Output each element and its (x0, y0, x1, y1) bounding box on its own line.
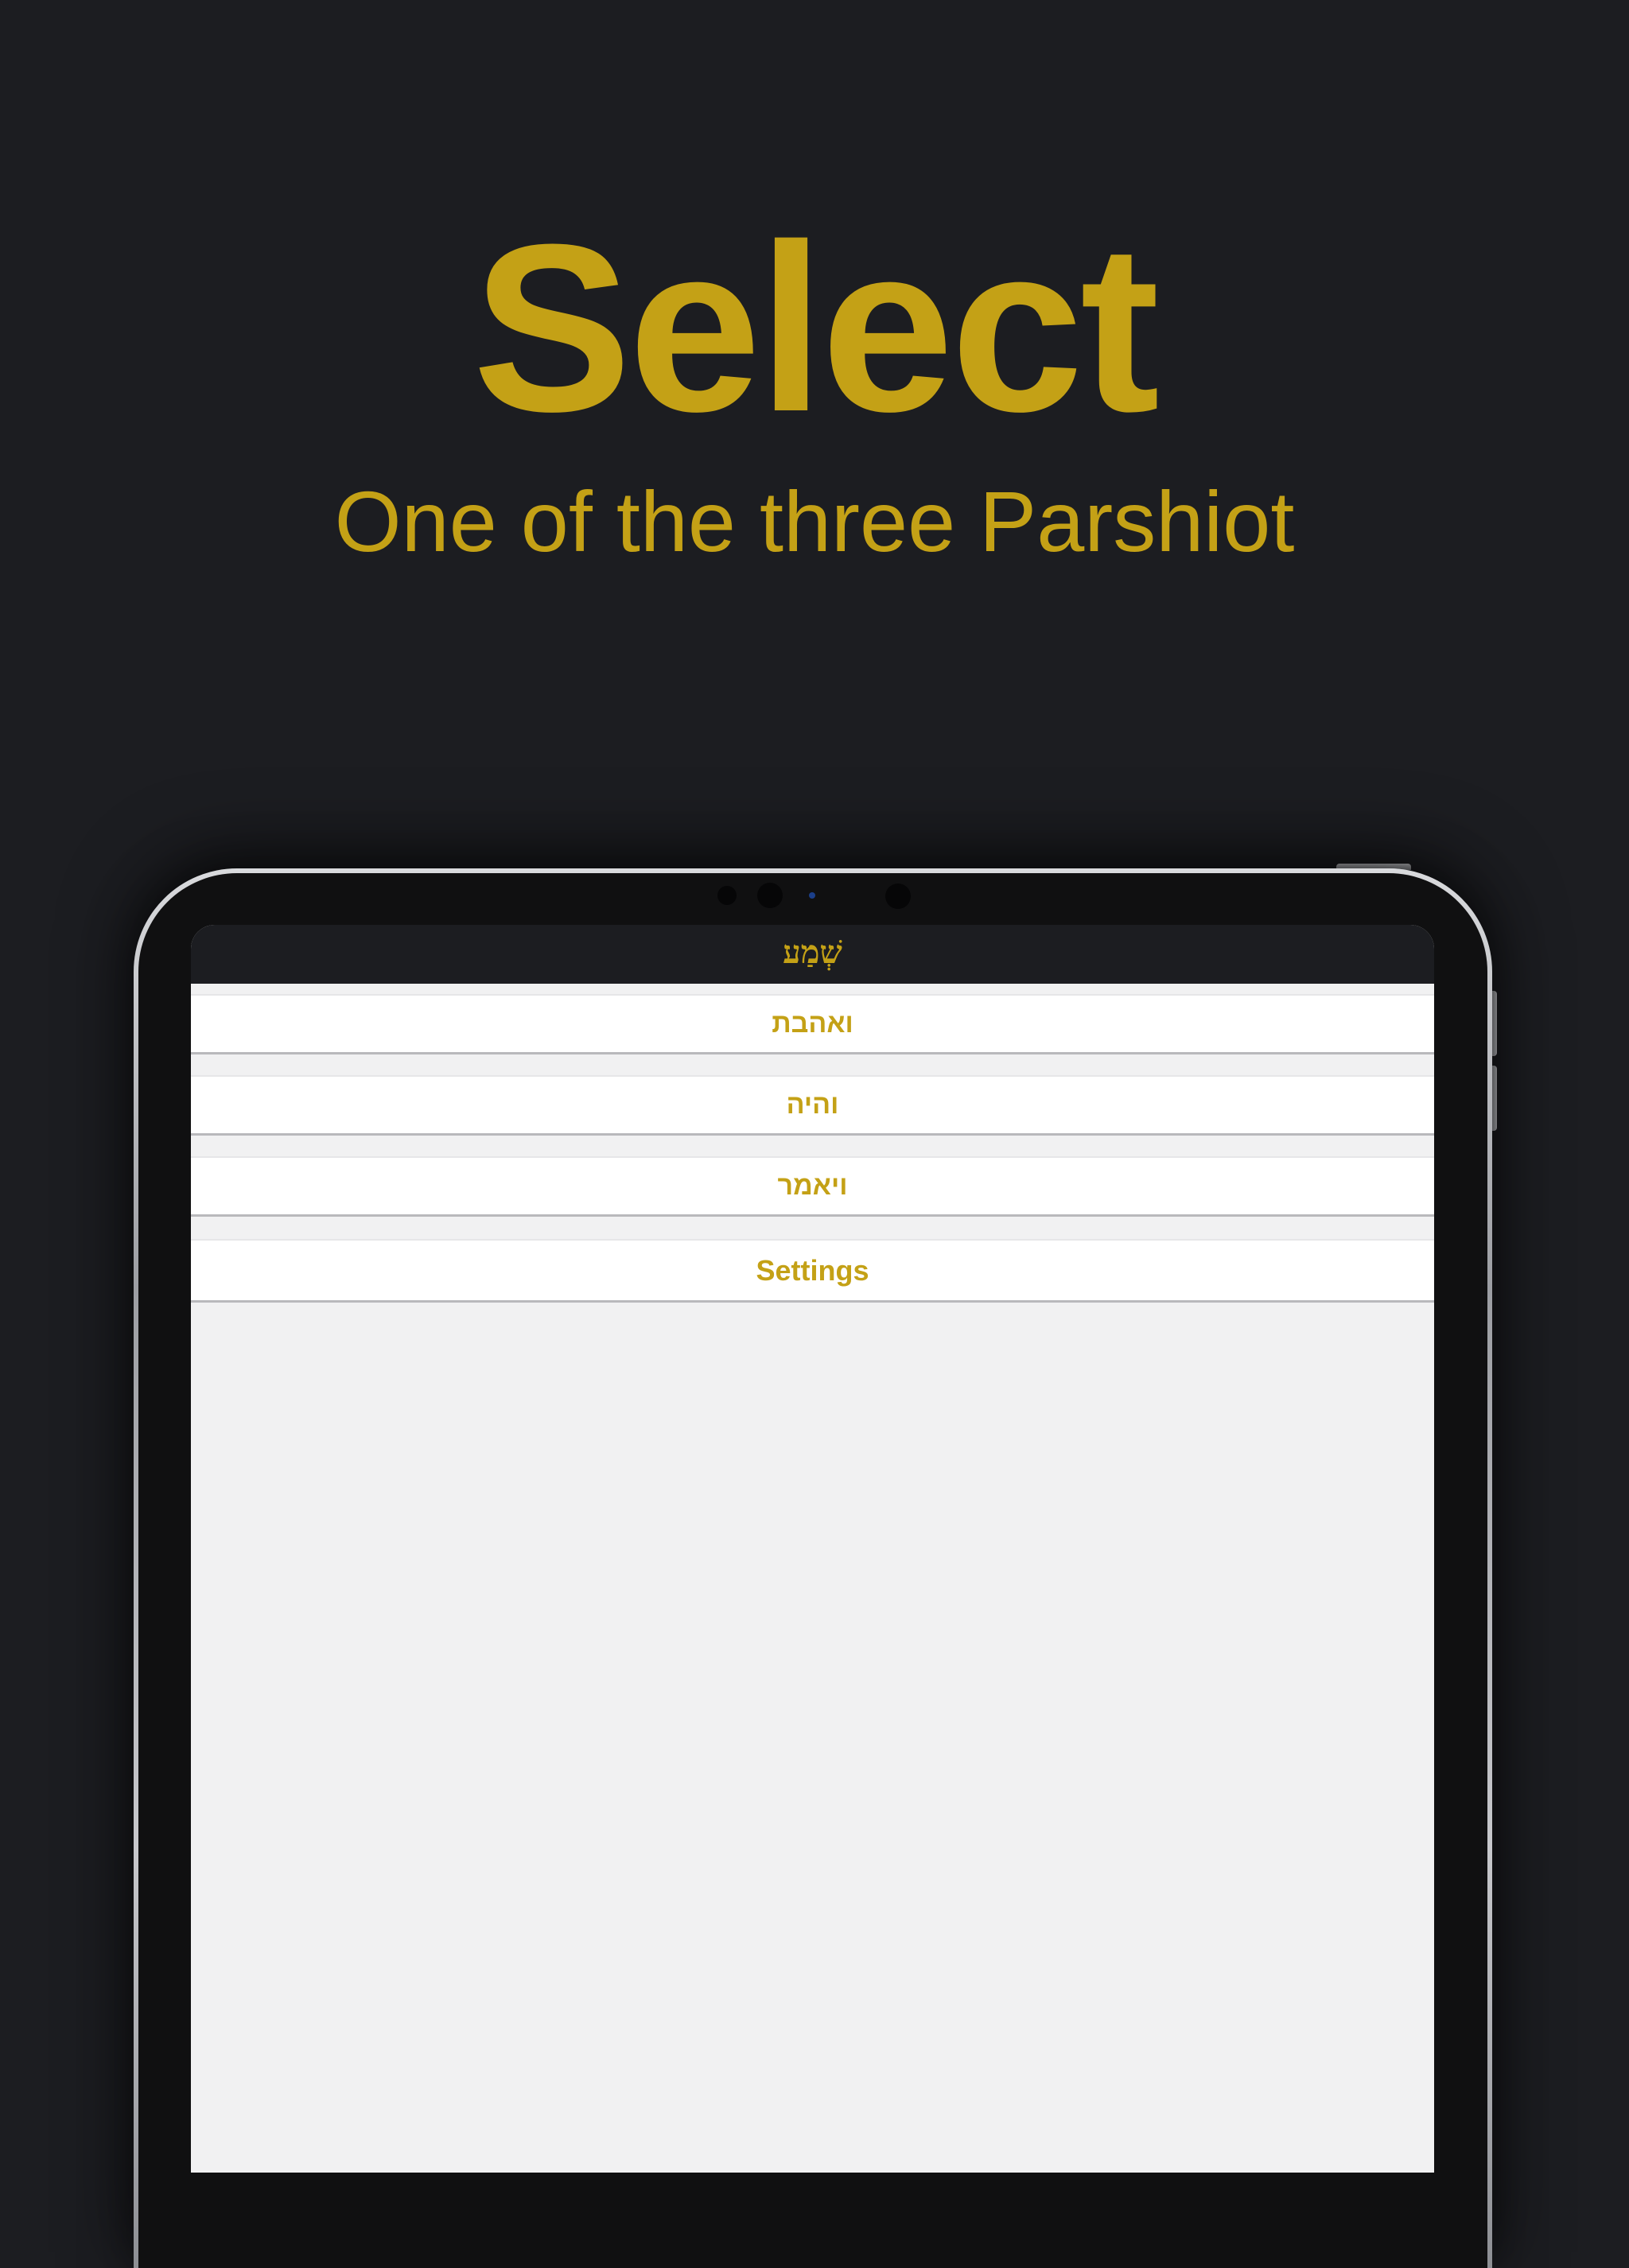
menu-item-settings[interactable]: Settings (191, 1239, 1434, 1303)
menu-item-label: Settings (756, 1254, 869, 1287)
nav-title: שְׁמַע (783, 934, 842, 971)
menu-item-vayomer[interactable]: ויאמר (191, 1156, 1434, 1217)
menu-item-label: ויאמר (777, 1171, 848, 1201)
app-screen: שְׁמַע ואהבת והיה ויאמר Settings (191, 925, 1434, 2173)
promo-subheadline: One of the three Parshiot (334, 473, 1295, 569)
promo-headline: Select (472, 194, 1160, 461)
sensor-dot-icon (717, 886, 737, 905)
front-camera-icon (757, 883, 783, 908)
menu-item-veahavta[interactable]: ואהבת (191, 994, 1434, 1054)
menu-item-label: ואהבת (772, 1008, 853, 1039)
menu-item-label: והיה (786, 1089, 839, 1120)
face-id-sensor-icon (885, 884, 911, 909)
navigation-bar: שְׁמַע (191, 925, 1434, 984)
ambient-sensor-icon (809, 892, 815, 899)
menu-item-vehaya[interactable]: והיה (191, 1075, 1434, 1136)
